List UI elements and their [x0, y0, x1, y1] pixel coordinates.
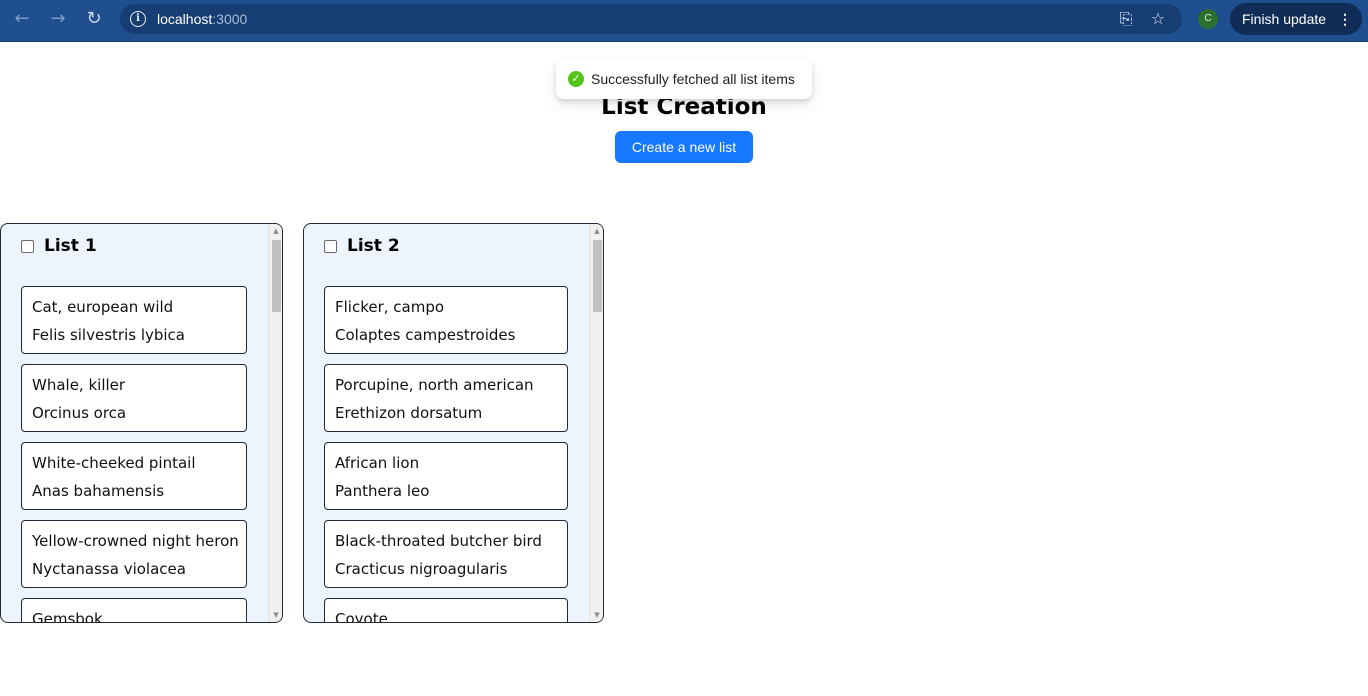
- list-item[interactable]: Whale, killer Orcinus orca: [21, 364, 247, 432]
- list-item[interactable]: Cat, european wild Felis silvestris lybi…: [21, 286, 247, 354]
- scroll-down-arrow-icon[interactable]: ▼: [269, 608, 282, 622]
- list-select-checkbox[interactable]: [324, 240, 337, 253]
- list-panel: List 1 Cat, european wild Felis silvestr…: [0, 223, 283, 623]
- address-bar[interactable]: i localhost:3000 ⎘ ☆: [120, 4, 1182, 34]
- toast-message: Successfully fetched all list items: [591, 71, 795, 87]
- scrollbar-thumb[interactable]: [593, 240, 602, 312]
- reload-icon[interactable]: ↻: [80, 7, 108, 31]
- list-item[interactable]: Porcupine, north american Erethizon dors…: [324, 364, 568, 432]
- scrollbar-thumb[interactable]: [272, 240, 281, 312]
- url-text: localhost:3000: [157, 11, 248, 27]
- list-select-checkbox[interactable]: [21, 240, 34, 253]
- scroll-up-arrow-icon[interactable]: ▲: [590, 224, 603, 238]
- item-common-name: Porcupine, north american: [335, 376, 534, 394]
- list-item[interactable]: Yellow-crowned night heron Nyctanassa vi…: [21, 520, 247, 588]
- list-title: List 2: [347, 236, 400, 256]
- profile-avatar[interactable]: C: [1198, 9, 1218, 29]
- item-scientific-name: Orcinus orca: [32, 404, 127, 422]
- item-common-name: Flicker, campo: [335, 298, 445, 316]
- success-toast: ✓ Successfully fetched all list items: [556, 59, 812, 99]
- item-scientific-name: Anas bahamensis: [32, 482, 165, 500]
- item-scientific-name: Panthera leo: [335, 482, 430, 500]
- list-item[interactable]: African lion Panthera leo: [324, 442, 568, 510]
- back-icon[interactable]: ←: [8, 7, 36, 31]
- check-circle-icon: ✓: [568, 71, 584, 87]
- list-item[interactable]: Black-throated butcher bird Cracticus ni…: [324, 520, 568, 588]
- item-common-name: Gemsbok: [32, 610, 103, 623]
- item-scientific-name: Felis silvestris lybica: [32, 326, 185, 344]
- finish-update-label: Finish update: [1242, 11, 1327, 27]
- item-common-name: Yellow-crowned night heron: [32, 532, 239, 550]
- item-common-name: African lion: [335, 454, 420, 472]
- item-common-name: White-cheeked pintail: [32, 454, 196, 472]
- item-common-name: Cat, european wild: [32, 298, 174, 316]
- item-common-name: Black-throated butcher bird: [335, 532, 542, 550]
- item-scientific-name: Cracticus nigroagularis: [335, 560, 508, 578]
- install-app-icon[interactable]: ⎘: [1115, 9, 1137, 29]
- scroll-up-arrow-icon[interactable]: ▲: [269, 224, 282, 238]
- more-menu-icon[interactable]: ⋮: [1338, 3, 1352, 35]
- item-scientific-name: Erethizon dorsatum: [335, 404, 483, 422]
- list-scrollbar[interactable]: ▲ ▼: [589, 224, 603, 622]
- site-info-icon[interactable]: i: [130, 11, 146, 27]
- list-item[interactable]: White-cheeked pintail Anas bahamensis: [21, 442, 247, 510]
- item-common-name: Coyote: [335, 610, 388, 623]
- list-item[interactable]: Flicker, campo Colaptes campestroides: [324, 286, 568, 354]
- item-common-name: Whale, killer: [32, 376, 126, 394]
- list-panel: List 2 Flicker, campo Colaptes campestro…: [303, 223, 604, 623]
- browser-toolbar: ← → ↻ i localhost:3000 ⎘ ☆ C Finish upda…: [0, 0, 1368, 42]
- item-scientific-name: Nyctanassa violacea: [32, 560, 186, 578]
- create-list-button[interactable]: Create a new list: [615, 131, 753, 163]
- scroll-down-arrow-icon[interactable]: ▼: [590, 608, 603, 622]
- finish-update-button[interactable]: Finish update ⋮: [1230, 3, 1362, 35]
- item-scientific-name: Colaptes campestroides: [335, 326, 516, 344]
- forward-icon[interactable]: →: [44, 7, 72, 31]
- bookmark-star-icon[interactable]: ☆: [1147, 9, 1169, 29]
- list-item[interactable]: Coyote: [324, 598, 568, 623]
- list-title: List 1: [44, 236, 97, 256]
- list-scrollbar[interactable]: ▲ ▼: [268, 224, 282, 622]
- list-item[interactable]: Gemsbok: [21, 598, 247, 623]
